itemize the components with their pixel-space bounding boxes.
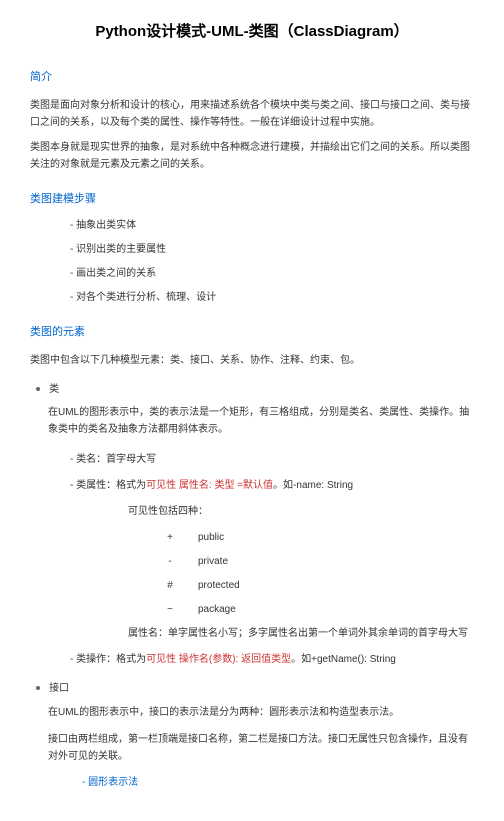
vis-private: - private [160, 554, 474, 570]
iface-bullet-row: 接口 [30, 680, 474, 698]
vis-package: ~ package [160, 602, 474, 618]
attr-name-rule: 属性名：单字属性名小写；多字属性名出第一个单词外其余单词的首字母大写 [128, 626, 474, 642]
op-format-red: 可见性 操作名(参数): 返回值类型 [146, 654, 291, 665]
vis-protected: # protected [160, 578, 474, 594]
circle-repr-link[interactable]: - 圆形表示法 [82, 777, 138, 788]
class-bullet-label: 类 [49, 384, 59, 395]
vis-name: package [198, 604, 236, 615]
op-suffix: 。如+getName(): String [291, 654, 396, 665]
intro-heading: 简介 [30, 69, 474, 87]
intro-p2: 类图本身就是现实世界的抽象，是对系统中各种概念进行建模，并描绘出它们之间的关系。… [30, 139, 474, 173]
steps-list: 抽象出类实体 识别出类的主要属性 画出类之间的关系 对各个类进行分析、梳理、设计 [70, 218, 474, 306]
bullet-icon [36, 387, 40, 391]
vis-name: protected [198, 580, 240, 591]
class-sub-list: - 类名：首字母大写 - 类属性：格式为可见性 属性名: 类型 =默认值。如-n… [70, 452, 474, 668]
step-item: 识别出类的主要属性 [70, 242, 474, 258]
iface-p2: 接口由两栏组成，第一栏顶端是接口名称，第二栏是接口方法。接口无属性只包含操作，且… [48, 731, 474, 765]
class-bullet-row: 类 [30, 381, 474, 399]
vis-public: + public [160, 530, 474, 546]
steps-heading: 类图建模步骤 [30, 191, 474, 209]
class-p1: 在UML的图形表示中，类的表示法是一个矩形，有三格组成，分别是类名、类属性、类操… [48, 404, 474, 438]
class-op-item: - 类操作：格式为可见性 操作名(参数): 返回值类型。如+getName():… [70, 652, 474, 668]
elements-p1: 类图中包含以下几种模型元素：类、接口、关系、协作、注释、约束、包。 [30, 352, 474, 369]
class-attr-item: - 类属性：格式为可见性 属性名: 类型 =默认值。如-name: String [70, 478, 474, 494]
vis-name: public [198, 532, 224, 543]
attr-format-red: 可见性 属性名: 类型 =默认值 [146, 480, 273, 491]
step-item: 画出类之间的关系 [70, 266, 474, 282]
step-item: 抽象出类实体 [70, 218, 474, 234]
page-title: Python设计模式-UML-类图（ClassDiagram） [30, 20, 474, 44]
step-item: 对各个类进行分析、梳理、设计 [70, 290, 474, 306]
iface-bullet-label: 接口 [49, 683, 69, 694]
op-prefix: - 类操作：格式为 [70, 654, 146, 665]
elements-heading: 类图的元素 [30, 324, 474, 342]
bullet-icon [36, 686, 40, 690]
vis-sym: + [160, 530, 180, 546]
iface-p1: 在UML的图形表示中，接口的表示法是分为两种：圆形表示法和构造型表示法。 [48, 704, 474, 721]
vis-name: private [198, 556, 228, 567]
vis-sym: ~ [160, 602, 180, 618]
vis-intro: 可见性包括四种： [128, 504, 474, 520]
attr-suffix: 。如-name: String [273, 480, 353, 491]
vis-sym: - [160, 554, 180, 570]
intro-p1: 类图是面向对象分析和设计的核心，用来描述系统各个模块中类与类之间、接口与接口之间… [30, 97, 474, 131]
visibility-list: + public - private # protected ~ package [160, 530, 474, 618]
class-name-item: - 类名：首字母大写 [70, 452, 474, 468]
vis-sym: # [160, 578, 180, 594]
iface-link-row: - 圆形表示法 [82, 775, 474, 791]
attr-prefix: - 类属性：格式为 [70, 480, 146, 491]
